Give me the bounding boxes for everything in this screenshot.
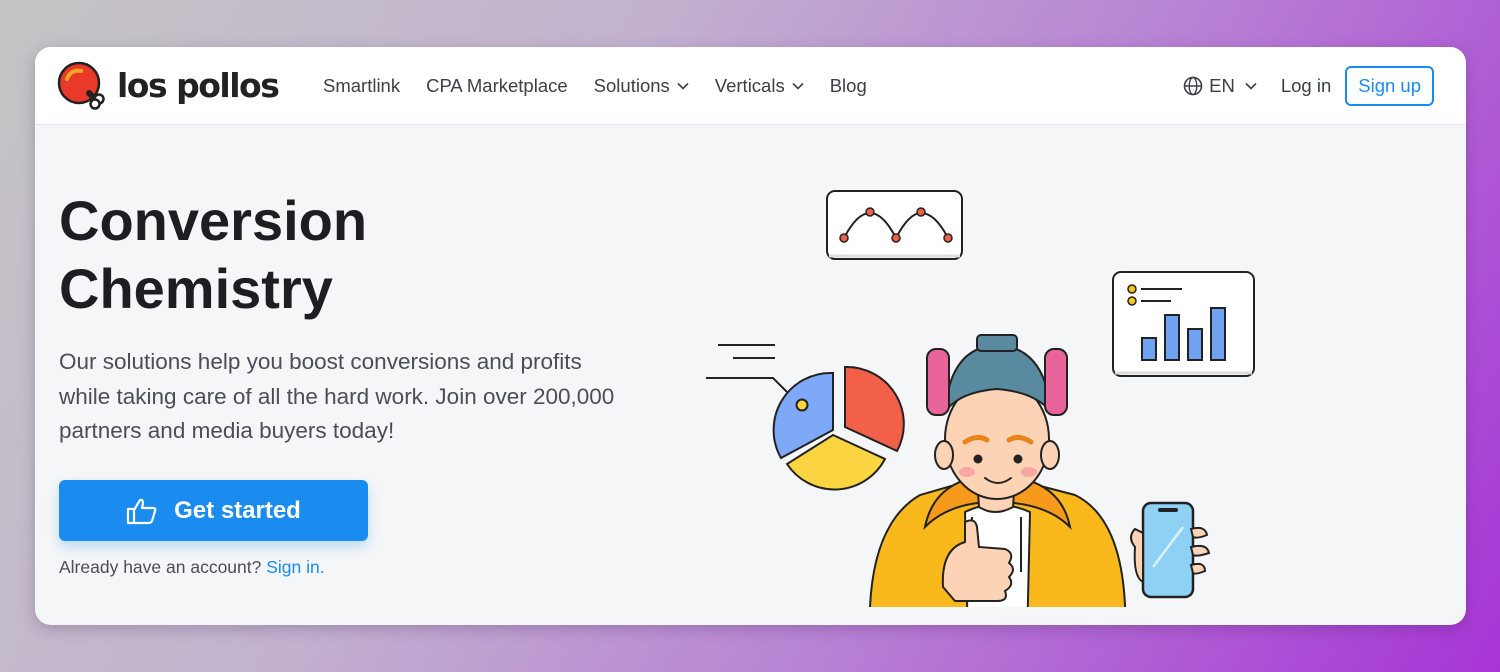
account-nav: EN Log in Sign up [1183, 47, 1434, 125]
nav-item-label: Verticals [714, 75, 785, 96]
globe-icon [1183, 76, 1203, 96]
hero-title-line: Chemistry [59, 257, 333, 320]
language-selector[interactable]: EN [1183, 75, 1257, 97]
signin-link[interactable]: Sign in. [266, 557, 324, 577]
account-prompt: Already have an account? Sign in. [59, 557, 325, 578]
nav-item-label: Solutions [593, 75, 670, 96]
hero-description: Our solutions help you boost conversions… [59, 349, 615, 443]
signup-button[interactable]: Sign up [1345, 66, 1434, 106]
thumbs-up-icon [127, 498, 157, 524]
brand-name: los pollos [117, 65, 280, 105]
nav-item-cpa-marketplace[interactable]: CPA Marketplace [426, 75, 568, 97]
login-link[interactable]: Log in [1281, 75, 1331, 97]
main-nav: Smartlink CPA Marketplace Solutions Vert… [323, 47, 867, 125]
hero-title-line: Conversion [59, 189, 368, 252]
chevron-down-icon [1245, 82, 1257, 90]
hero-illustration [706, 190, 1255, 607]
browser-window: los pollos Smartlink CPA Marketplace Sol… [35, 47, 1466, 625]
get-started-button[interactable]: Get started [59, 480, 368, 541]
nav-item-label: Blog [829, 75, 867, 96]
chevron-down-icon [677, 82, 689, 90]
nav-item-solutions[interactable]: Solutions [594, 75, 689, 97]
get-started-label: Get started [174, 496, 301, 524]
nav-item-label: Smartlink [323, 75, 401, 96]
chevron-down-icon [792, 82, 804, 90]
nav-item-verticals[interactable]: Verticals [715, 75, 804, 97]
line-chart-card [826, 190, 963, 260]
hero-title: Conversion Chemistry [59, 187, 619, 323]
nav-item-blog[interactable]: Blog [830, 75, 867, 97]
nav-item-smartlink[interactable]: Smartlink [323, 75, 400, 97]
account-prompt-text: Already have an account? [59, 557, 262, 577]
chicken-leg-icon [57, 61, 105, 110]
top-navigation: los pollos Smartlink CPA Marketplace Sol… [35, 47, 1466, 125]
language-label: EN [1209, 75, 1235, 96]
brand-logo[interactable]: los pollos [57, 59, 280, 111]
bar-chart-card [1112, 271, 1255, 377]
nav-item-label: CPA Marketplace [426, 75, 568, 96]
pie-chart-graphic [706, 344, 905, 491]
